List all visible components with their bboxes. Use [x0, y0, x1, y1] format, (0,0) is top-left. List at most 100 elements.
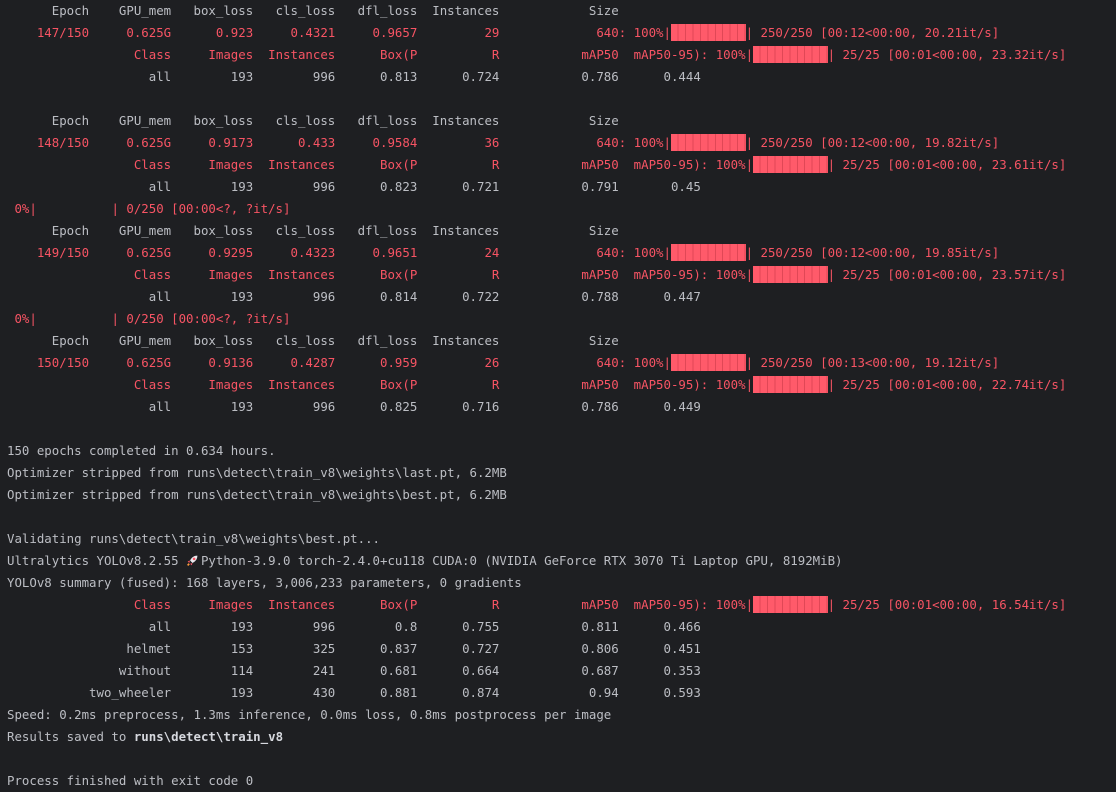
column-header: mAP50: [499, 47, 619, 62]
progress-bar: [670, 134, 746, 151]
optimizer-line: Optimizer stripped from runs\detect\trai…: [7, 484, 1066, 506]
metric-value: 193: [171, 179, 254, 194]
summary-text: YOLOv8 summary (fused): 168 layers, 3,00…: [7, 575, 522, 590]
metric-value: 0.451: [618, 641, 701, 656]
metric-value: 0.722: [417, 289, 500, 304]
column-header: GPU_mem: [89, 333, 172, 348]
column-header: Instances: [417, 223, 500, 238]
train-value: 0.9295: [171, 245, 254, 260]
speed-line: Speed: 0.2ms preprocess, 1.3ms inference…: [7, 704, 1066, 726]
column-header: Epoch: [7, 223, 90, 238]
val-header-row: Class Images Instances Box(P R mAP50 mAP…: [7, 154, 1066, 176]
column-header: Images: [171, 597, 254, 612]
metric-value: 153: [171, 641, 254, 656]
column-header: Epoch: [7, 333, 90, 348]
train-value: 640: [499, 135, 619, 150]
progress-count: | 25/25: [827, 47, 888, 62]
metric-value: 0.825: [335, 399, 418, 414]
metric-value: 0.788: [499, 289, 619, 304]
metrics-row: all 193 996 0.814 0.722 0.788 0.447: [7, 286, 1066, 308]
column-header: Size: [499, 223, 619, 238]
progress-percent: 100%|: [708, 47, 754, 62]
column-header: Images: [171, 267, 254, 282]
progress-count: | 25/25: [827, 267, 888, 282]
train-header-row: Epoch GPU_mem box_loss cls_loss dfl_loss…: [7, 110, 1066, 132]
train-value: 0.9657: [335, 25, 418, 40]
column-header: Images: [171, 377, 254, 392]
metrics-row: two_wheeler 193 430 0.881 0.874 0.94 0.5…: [7, 682, 1066, 704]
train-value: 0.923: [171, 25, 254, 40]
results-line: Results saved to runs\detect\train_v8: [7, 726, 1066, 748]
progress-percent: 100%|: [626, 25, 671, 40]
column-header: Class: [7, 47, 172, 62]
progress-bar: [753, 266, 828, 283]
metric-value: 0.716: [417, 399, 500, 414]
class-name: without: [7, 663, 172, 678]
metric-value: 114: [171, 663, 254, 678]
column-header: R: [417, 267, 500, 282]
progress-count: | 25/25: [827, 377, 888, 392]
progress-count: | 250/250: [745, 25, 821, 40]
metric-value: 0.8: [335, 619, 418, 634]
column-header: Images: [171, 157, 254, 172]
column-header: cls_loss: [253, 3, 336, 18]
metric-value: 996: [253, 399, 336, 414]
validating-text: Validating runs\detect\train_v8\weights\…: [7, 531, 380, 546]
column-header: Instances: [417, 3, 500, 18]
metrics-row: helmet 153 325 0.837 0.727 0.806 0.451: [7, 638, 1066, 660]
metric-value: 0.724: [417, 69, 500, 84]
train-header-row: Epoch GPU_mem box_loss cls_loss dfl_loss…: [7, 220, 1066, 242]
metric-value: 0.755: [417, 619, 500, 634]
train-progress-row: 149/150 0.625G 0.9295 0.4323 0.9651 24 6…: [7, 242, 1066, 264]
metric-value: 325: [253, 641, 336, 656]
column-header: cls_loss: [253, 223, 336, 238]
column-header: Instances: [417, 113, 500, 128]
metric-value: 0.466: [618, 619, 701, 634]
column-header: R: [417, 47, 500, 62]
progress-percent: 100%|: [708, 597, 754, 612]
progress-bar: [753, 596, 828, 613]
metric-value: 0.806: [499, 641, 619, 656]
metric-value: 0.874: [417, 685, 500, 700]
column-header: Class: [7, 157, 172, 172]
progress-percent: 100%|: [626, 355, 671, 370]
column-header: cls_loss: [253, 333, 336, 348]
progress-percent: 100%|: [708, 377, 754, 392]
metrics-row: all 193 996 0.823 0.721 0.791 0.45: [7, 176, 1066, 198]
column-header: Class: [7, 597, 172, 612]
metric-value: 0.593: [618, 685, 701, 700]
version-suffix: Python-3.9.0 torch-2.4.0+cu118 CUDA:0 (N…: [193, 553, 843, 568]
column-header: mAP50-95):: [618, 377, 709, 392]
progress-timing: [00:01<00:00, 22.74it/s]: [887, 377, 1067, 392]
column-header: dfl_loss: [335, 3, 418, 18]
train-value: 0.433: [253, 135, 336, 150]
column-header: mAP50-95):: [618, 267, 709, 282]
class-name: all: [7, 69, 172, 84]
metric-value: 193: [171, 619, 254, 634]
results-path: runs\detect\train_v8: [133, 729, 284, 744]
column-header: Instances: [253, 267, 336, 282]
column-header: Instances: [253, 597, 336, 612]
class-name: all: [7, 399, 172, 414]
progress-count: | 250/250: [745, 135, 821, 150]
train-value: 150/150: [7, 355, 90, 370]
column-header: Epoch: [7, 113, 90, 128]
progress-bar: [37, 202, 112, 219]
train-value: 0.625G: [89, 25, 172, 40]
train-value: 0.4323: [253, 245, 336, 260]
metric-value: 996: [253, 619, 336, 634]
idle-progress-row: 0%| | 0/250 [00:00<?, ?it/s]: [7, 198, 1066, 220]
train-header-row: Epoch GPU_mem box_loss cls_loss dfl_loss…: [7, 330, 1066, 352]
column-header: dfl_loss: [335, 223, 418, 238]
metrics-row: all 193 996 0.813 0.724 0.786 0.444: [7, 66, 1066, 88]
train-value: 0.9584: [335, 135, 418, 150]
val-header-row: Class Images Instances Box(P R mAP50 mAP…: [7, 594, 1066, 616]
metric-value: 0.94: [499, 685, 619, 700]
progress-percent: 100%|: [708, 157, 754, 172]
progress-timing: [00:12<00:00, 19.82it/s]: [820, 135, 1000, 150]
column-header: mAP50: [499, 157, 619, 172]
progress-percent: 100%|: [626, 135, 671, 150]
